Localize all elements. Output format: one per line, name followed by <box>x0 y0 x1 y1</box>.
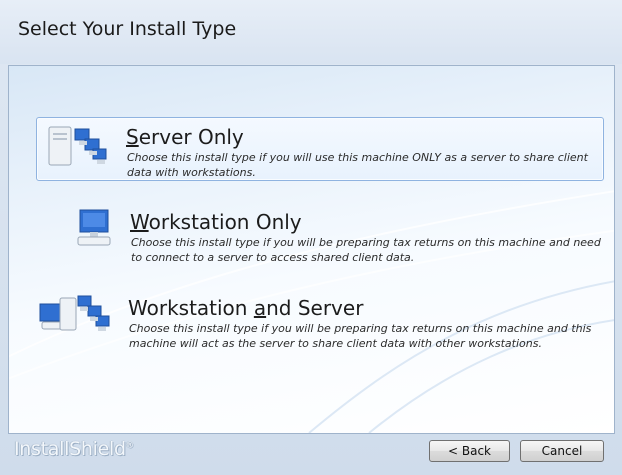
workstation-server-icon <box>39 295 110 331</box>
dialog-footer: InstallShield® < Back Cancel <box>0 433 622 475</box>
option-title: Workstation and Server <box>128 296 364 320</box>
accelerator-key: a <box>253 296 267 320</box>
installshield-logo: InstallShield® <box>14 438 134 460</box>
option-description: Choose this install type if you will use… <box>127 151 588 179</box>
option-title: Server Only <box>126 125 244 149</box>
accelerator-key: S <box>126 125 139 149</box>
option-description: Choose this install type if you will be … <box>129 322 592 350</box>
page-title: Select Your Install Type <box>18 18 237 40</box>
back-button[interactable]: < Back <box>429 440 510 462</box>
server-network-icon <box>48 126 107 166</box>
option-workstation-and-server[interactable]: Workstation and Server Choose this insta… <box>36 290 602 352</box>
accelerator-key: W <box>130 210 149 234</box>
cancel-button[interactable]: Cancel <box>520 440 604 462</box>
option-description: Choose this install type if you will be … <box>131 236 601 264</box>
install-type-panel: Server Only Choose this install type if … <box>8 65 615 434</box>
dialog-header: Select Your Install Type <box>0 0 622 64</box>
option-title: Workstation Only <box>130 210 302 234</box>
workstation-icon <box>77 209 111 246</box>
option-server-only[interactable]: Server Only Choose this install type if … <box>36 117 604 181</box>
option-workstation-only[interactable]: Workstation Only Choose this install typ… <box>36 204 602 266</box>
